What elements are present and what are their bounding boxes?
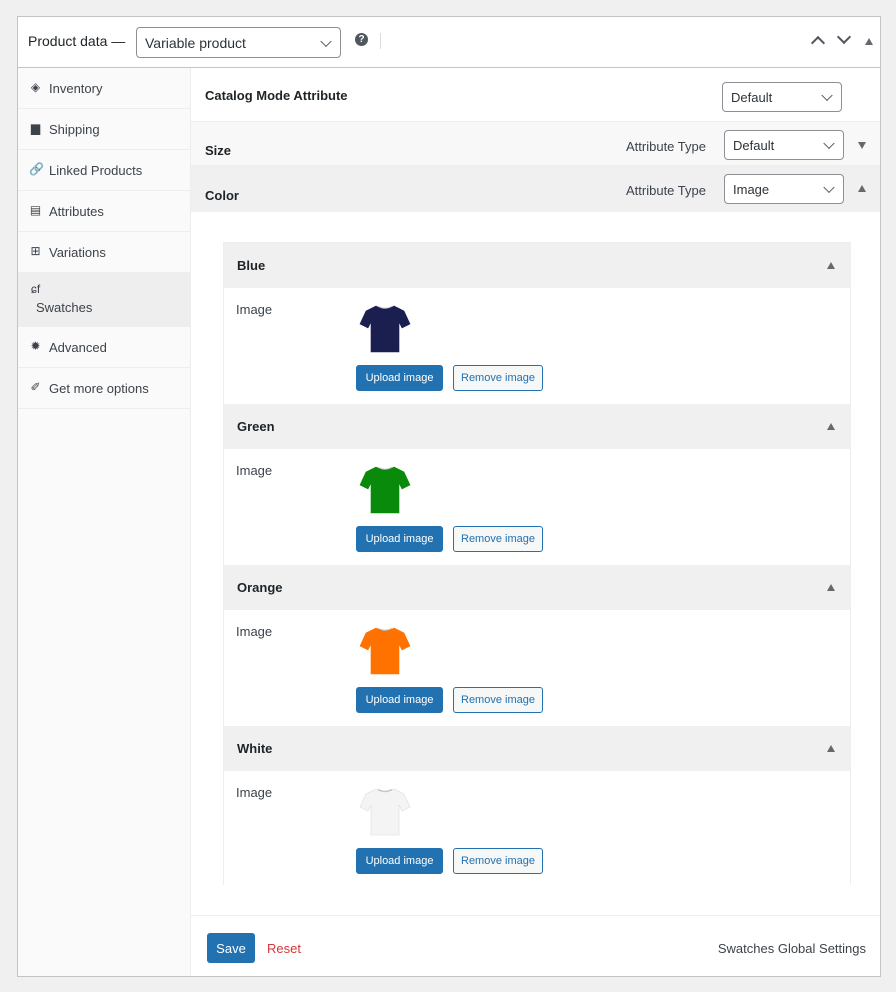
- sidebar-item-shipping[interactable]: ▆ Shipping: [18, 109, 190, 150]
- catalog-mode-select[interactable]: Default: [722, 82, 842, 112]
- attribute-name: Color: [205, 188, 239, 203]
- triangle-up-icon[interactable]: [827, 423, 835, 430]
- chevron-down-icon: [823, 137, 835, 150]
- attribute-name: Size: [205, 143, 232, 158]
- product-data-tabs: ◈ Inventory ▆ Shipping 🔗 Linked Products ▤ Attr…: [18, 68, 191, 976]
- sidebar-item-label: Swatches: [36, 300, 93, 315]
- grid-icon: ⊞: [30, 244, 41, 258]
- triangle-up-icon[interactable]: [865, 38, 873, 45]
- upload-image-button[interactable]: Upload image: [356, 526, 443, 552]
- triangle-down-icon[interactable]: [858, 142, 866, 149]
- remove-image-button[interactable]: Remove image: [453, 365, 543, 391]
- remove-image-button[interactable]: Remove image: [453, 687, 543, 713]
- footer-divider: [191, 915, 880, 916]
- tshirt-image: [359, 788, 411, 836]
- sidebar-item-label: Inventory: [49, 81, 103, 96]
- swatch-header[interactable]: Green: [224, 404, 850, 449]
- sidebar-item-variations[interactable]: ⊞ Variations: [18, 232, 190, 273]
- upload-image-button[interactable]: Upload image: [356, 687, 443, 713]
- swatches-global-settings-link[interactable]: Swatches Global Settings: [718, 941, 866, 956]
- catalog-mode-label: Catalog Mode Attribute: [205, 88, 348, 103]
- sidebar-item-label: Variations: [49, 245, 106, 260]
- swatch-name: Green: [237, 419, 275, 434]
- swatch-header[interactable]: Blue: [224, 243, 850, 288]
- color-swatches-list: Blue Image Upload image Remove image Green Im…: [223, 242, 851, 887]
- save-button[interactable]: Save: [207, 933, 255, 963]
- triangle-up-icon[interactable]: [858, 185, 866, 192]
- swatch-name: Blue: [237, 258, 266, 273]
- chevron-down-icon: [821, 89, 833, 102]
- attribute-type-label: Attribute Type: [626, 183, 706, 198]
- attribute-type-select[interactable]: Default: [724, 130, 844, 160]
- tshirt-image: [359, 627, 411, 675]
- swatch-header[interactable]: Orange: [224, 565, 850, 610]
- attribute-row-color[interactable]: Color Attribute Type Image: [191, 166, 880, 212]
- swatch-body: Image Upload image Remove image: [224, 610, 850, 726]
- header-divider: [380, 33, 381, 49]
- plugin-icon: ✐: [30, 380, 41, 394]
- tag-icon: ◈: [30, 80, 41, 94]
- swatches-tab-content: Catalog Mode Attribute Default Size Attr…: [191, 68, 880, 976]
- gear-icon: ✹: [30, 339, 41, 353]
- tshirt-image: [359, 466, 411, 514]
- swatch-body: Image Upload image Remove image: [224, 449, 850, 565]
- chevron-down-icon: [823, 181, 835, 194]
- sidebar-item-label: Linked Products: [49, 163, 143, 178]
- remove-image-button[interactable]: Remove image: [453, 848, 543, 874]
- truck-icon: ▆: [30, 121, 41, 135]
- catalog-mode-value: Default: [731, 89, 773, 105]
- sidebar-item-label: Shipping: [49, 122, 100, 137]
- reset-link[interactable]: Reset: [267, 941, 301, 956]
- upload-image-button[interactable]: Upload image: [356, 848, 443, 874]
- attribute-type-select[interactable]: Image: [724, 174, 844, 204]
- sidebar-item-inventory[interactable]: ◈ Inventory: [18, 68, 190, 109]
- swatch-body: Image Upload image Remove image: [224, 771, 850, 887]
- product-type-value: Variable product: [145, 34, 246, 51]
- image-field-label: Image: [236, 785, 273, 800]
- image-field-label: Image: [236, 624, 273, 639]
- attribute-type-value: Default: [733, 137, 775, 153]
- image-field-label: Image: [236, 463, 273, 478]
- triangle-up-icon[interactable]: [827, 745, 835, 752]
- panel-title: Product data —: [28, 33, 126, 49]
- sidebar-item-get-more-options[interactable]: ✐ Get more options: [18, 368, 190, 409]
- swatch-name: White: [237, 741, 273, 756]
- swatch-name: Orange: [237, 580, 283, 595]
- swatches-logo-icon: ɕf: [30, 282, 41, 296]
- swatch-body: Image Upload image Remove image: [224, 288, 850, 404]
- sidebar-item-linked-products[interactable]: 🔗 Linked Products: [18, 150, 190, 191]
- catalog-mode-row: Catalog Mode Attribute Default: [191, 68, 880, 122]
- sidebar-item-swatches[interactable]: ɕf Swatches: [18, 273, 190, 327]
- attribute-type-value: Image: [733, 181, 770, 197]
- product-data-panel: Product data — Variable product ? ◈ Inven…: [17, 16, 881, 977]
- attribute-type-label: Attribute Type: [626, 139, 706, 154]
- tshirt-image: [359, 305, 411, 353]
- list-card-icon: ▤: [29, 203, 42, 217]
- sidebar-item-label: Advanced: [49, 340, 107, 355]
- link-icon: 🔗: [29, 162, 44, 176]
- product-type-select[interactable]: Variable product: [136, 27, 341, 58]
- swatch-header[interactable]: White: [224, 726, 850, 771]
- upload-image-button[interactable]: Upload image: [356, 365, 443, 391]
- chevron-down-icon: [320, 35, 332, 47]
- attribute-row-size[interactable]: Size Attribute Type Default: [191, 122, 880, 166]
- chevron-up-icon[interactable]: [810, 35, 826, 51]
- chevron-down-icon[interactable]: [836, 29, 852, 45]
- sidebar-item-attributes[interactable]: ▤ Attributes: [18, 191, 190, 232]
- remove-image-button[interactable]: Remove image: [453, 526, 543, 552]
- sidebar-item-label: Attributes: [49, 204, 104, 219]
- sidebar-item-advanced[interactable]: ✹ Advanced: [18, 327, 190, 368]
- triangle-up-icon[interactable]: [827, 584, 835, 591]
- triangle-up-icon[interactable]: [827, 262, 835, 269]
- panel-header: Product data — Variable product ?: [18, 17, 880, 68]
- question-circle-icon[interactable]: ?: [355, 33, 368, 46]
- image-field-label: Image: [236, 302, 273, 317]
- sidebar-item-label: Get more options: [49, 381, 149, 396]
